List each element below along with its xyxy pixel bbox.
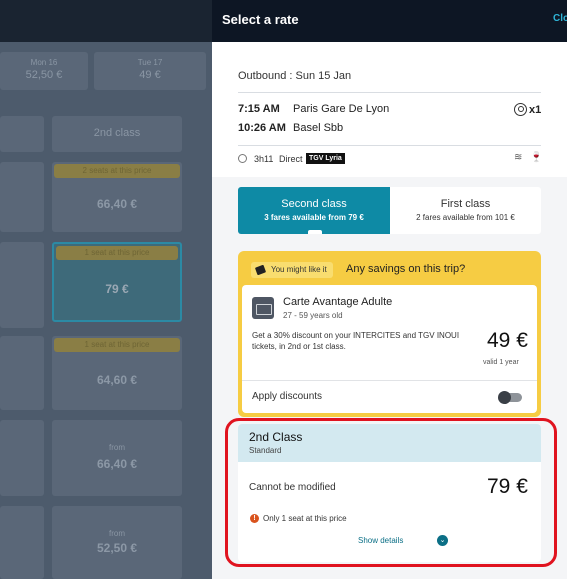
bg-fare-badge: 2 seats at this price: [54, 164, 180, 178]
apply-discounts-toggle[interactable]: [498, 391, 522, 404]
bg-fare-cell: from 66,40 €: [52, 420, 182, 496]
bg-date-day: Mon 16: [30, 58, 58, 67]
tab-second-class[interactable]: Second class 3 fares available from 79 €: [238, 187, 390, 234]
divider: [238, 145, 541, 146]
wifi-icon: ≋: [514, 152, 523, 163]
bg-fare-price: 52,50 €: [96, 541, 138, 555]
bg-fare-from: from: [109, 443, 125, 452]
bg-cell: [0, 116, 44, 152]
bg-fare-badge: 1 seat at this price: [54, 338, 180, 352]
arrival-station: Basel Sbb: [293, 122, 344, 134]
discount-card-icon: [252, 297, 274, 319]
background-topbar: [0, 0, 212, 42]
bg-fare-price: 64,60 €: [96, 373, 138, 387]
panel-header: Select a rate Clo: [212, 0, 567, 42]
journey-type: Direct: [279, 154, 303, 164]
bg-date-price: 49 €: [139, 69, 161, 81]
tab-label: Second class: [281, 198, 347, 210]
bg-column-header-label: 2nd class: [93, 127, 141, 139]
bg-fare-badge: 1 seat at this price: [56, 246, 178, 260]
outbound-date: Outbound : Sun 15 Jan: [238, 70, 352, 82]
card-price: 49 €: [487, 329, 528, 352]
panel-title: Select a rate: [222, 12, 299, 27]
bg-fare-cell: from 52,50 €: [52, 506, 182, 579]
card-description: Get a 30% discount on your INTERCITES an…: [252, 331, 460, 351]
promo-tag: You might like it: [251, 262, 333, 278]
bg-cell: [0, 506, 44, 579]
tab-first-class[interactable]: First class 2 fares available from 101 €: [390, 187, 541, 234]
tab-label: First class: [440, 198, 491, 210]
tab-sublabel: 2 fares available from 101 €: [416, 213, 515, 222]
apply-discounts-label: Apply discounts: [252, 391, 323, 402]
departure-time: 7:15 AM: [238, 103, 280, 115]
bg-fare-price: 66,40 €: [96, 457, 138, 471]
background-page: Mon 16 52,50 € Tue 17 49 € 2nd class 2 s…: [0, 0, 212, 579]
bg-date-price: 52,50 €: [25, 69, 63, 81]
card-validity: valid 1 year: [483, 359, 519, 366]
bg-cell: [0, 420, 44, 496]
savings-promo: You might like it Any savings on this tr…: [238, 251, 541, 417]
departure-station: Paris Gare De Lyon: [293, 103, 390, 115]
discount-card-offer: Carte Avantage Adulte 27 - 59 years old …: [242, 285, 537, 413]
divider: [238, 92, 541, 93]
clock-icon: [238, 154, 247, 163]
toggle-knob: [498, 391, 511, 404]
tag-icon: [254, 264, 267, 276]
bg-column-header: 2nd class: [52, 116, 182, 152]
divider: [242, 380, 537, 381]
class-selector: Second class 3 fares available from 79 €…: [238, 187, 541, 234]
journey-duration: 3h11: [254, 154, 274, 164]
select-rate-panel: Select a rate Clo Outbound : Sun 15 Jan …: [212, 0, 567, 579]
bg-fare-price: 79 €: [105, 282, 129, 296]
promo-question: Any savings on this trip?: [346, 263, 466, 275]
bg-date-day: Tue 17: [137, 58, 163, 67]
card-title: Carte Avantage Adulte: [283, 296, 393, 308]
promo-tag-label: You might like it: [271, 265, 327, 274]
tab-sublabel: 3 fares available from 79 €: [264, 213, 364, 222]
bg-fare-cell-selected: 1 seat at this price 79 €: [52, 242, 182, 322]
arrival-time: 10:26 AM: [238, 122, 286, 134]
tab-active-indicator: [308, 230, 322, 234]
journey-summary: Outbound : Sun 15 Jan 7:15 AM Paris Gare…: [212, 42, 567, 177]
bg-date-card: Mon 16 52,50 €: [0, 52, 88, 90]
bg-fare-from: from: [109, 529, 125, 538]
card-age-range: 27 - 59 years old: [283, 311, 343, 320]
close-button[interactable]: Clo: [553, 13, 567, 24]
bg-fare-cell: 2 seats at this price 66,40 €: [52, 162, 182, 232]
passenger-icon: [514, 103, 527, 116]
bg-fare-price: 66,40 €: [96, 197, 138, 211]
bg-fare-cell: 1 seat at this price 64,60 €: [52, 336, 182, 410]
bg-date-card: Tue 17 49 €: [94, 52, 206, 90]
passenger-count: x1: [529, 104, 542, 116]
bg-cell: [0, 242, 44, 328]
bg-cell: [0, 162, 44, 232]
bg-cell: [0, 336, 44, 410]
bar-service-icon: 🍷: [530, 152, 543, 163]
highlight-outline: [225, 418, 557, 567]
operator-logo: TGV Lyria: [306, 153, 345, 164]
